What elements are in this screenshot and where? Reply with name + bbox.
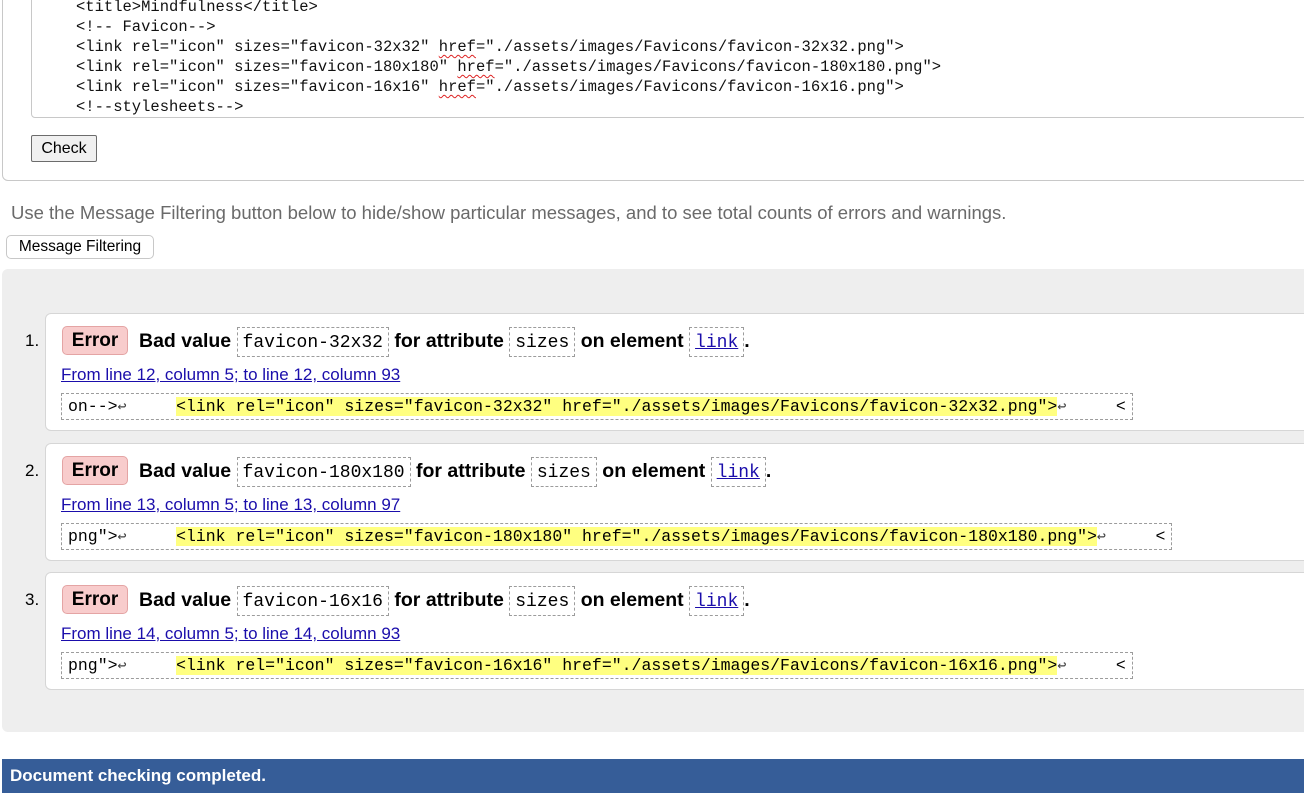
extract-highlight: <link rel="icon" sizes="favicon-16x16" h… (176, 656, 1058, 675)
element-code: link (710, 456, 766, 487)
filter-info-text: Use the Message Filtering button below t… (11, 202, 1007, 223)
message-number: 3. (25, 590, 40, 609)
location-link[interactable]: From line 13, column 5; to line 13, colu… (61, 495, 400, 515)
attribute-code: sizes (509, 585, 576, 616)
extract-highlight: <link rel="icon" sizes="favicon-32x32" h… (176, 397, 1058, 416)
code-extract: png">↩ <link rel="icon" sizes="favicon-1… (61, 523, 1173, 550)
error-message: 2. Error Bad value favicon-180x180 for a… (25, 443, 1304, 561)
error-badge: Error (62, 326, 128, 355)
message-number: 2. (25, 461, 40, 480)
source-line-2: <!-- Favicon--> (76, 18, 216, 36)
bad-value-code: favicon-32x32 (236, 326, 389, 357)
error-badge: Error (62, 585, 128, 614)
error-badge: Error (62, 456, 128, 485)
attribute-code: sizes (530, 456, 597, 487)
status-bar: Document checking completed. (2, 759, 1304, 793)
element-link[interactable]: link (695, 592, 738, 612)
extract-highlight: <link rel="icon" sizes="favicon-180x180"… (176, 527, 1097, 546)
error-message: 1. Error Bad value favicon-32x32 for att… (25, 313, 1304, 431)
message-text: Bad value favicon-16x16 for attribute si… (139, 584, 750, 616)
source-line-6: <!--stylesheets--> (76, 98, 244, 116)
code-extract: on-->↩ <link rel="icon" sizes="favicon-3… (61, 393, 1133, 420)
source-line-5: <link rel="icon" sizes="favicon-16x16" h… (76, 78, 904, 96)
element-code: link (689, 326, 745, 357)
location-link[interactable]: From line 14, column 5; to line 14, colu… (61, 624, 400, 644)
bad-value-code: favicon-180x180 (236, 456, 411, 487)
check-button[interactable]: Check (31, 135, 97, 162)
source-line-4: <link rel="icon" sizes="favicon-180x180"… (76, 58, 942, 76)
error-message: 3. Error Bad value favicon-16x16 for att… (25, 572, 1304, 690)
source-line-1: <title>Mindfulness</title> (76, 0, 318, 16)
location-link[interactable]: From line 12, column 5; to line 12, colu… (61, 365, 400, 385)
message-text: Bad value favicon-180x180 for attribute … (139, 455, 771, 487)
element-code: link (689, 585, 745, 616)
message-filtering-button[interactable]: Message Filtering (6, 235, 154, 259)
message-number: 1. (25, 331, 40, 350)
attribute-code: sizes (509, 326, 576, 357)
element-link[interactable]: link (717, 463, 760, 483)
message-text: Bad value favicon-32x32 for attribute si… (139, 325, 750, 357)
source-line-3: <link rel="icon" sizes="favicon-32x32" h… (76, 38, 904, 56)
element-link[interactable]: link (695, 333, 738, 353)
source-textarea[interactable]: <title>Mindfulness</title> <!-- Favicon-… (31, 0, 1304, 118)
bad-value-code: favicon-16x16 (236, 585, 389, 616)
code-extract: png">↩ <link rel="icon" sizes="favicon-1… (61, 652, 1133, 679)
